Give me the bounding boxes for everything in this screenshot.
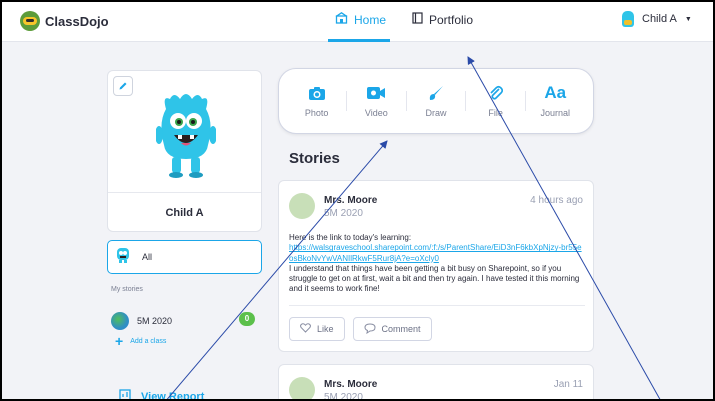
- globe-icon: [111, 312, 129, 330]
- monster-small-icon: [116, 247, 130, 268]
- nav-home-tab[interactable]: Home: [335, 12, 386, 27]
- profile-divider: [108, 192, 261, 193]
- composer-divider: [524, 91, 526, 111]
- active-tab-indicator: [328, 39, 390, 42]
- compose-photo-label: Photo: [304, 108, 329, 118]
- post-body: Here is the link to today's learning: ht…: [289, 233, 585, 295]
- teacher-avatar[interactable]: [289, 377, 315, 399]
- post-timestamp: Jan 11: [553, 379, 583, 390]
- filter-all-item[interactable]: All: [107, 240, 262, 274]
- child-switcher-label: Child A: [642, 13, 677, 25]
- pencil-icon: [119, 82, 127, 90]
- screenshot-frame: ClassDojo Home Portfolio Child A ▼ Child…: [0, 0, 715, 401]
- my-stories-heading: My stories: [111, 286, 143, 293]
- add-class-label: Add a class: [130, 337, 167, 345]
- composer-divider: [465, 91, 467, 111]
- post-timestamp: 4 hours ago: [530, 195, 583, 206]
- stories-heading: Stories: [289, 150, 340, 167]
- class-name: 5M 2020: [137, 316, 173, 326]
- like-button[interactable]: Like: [289, 317, 345, 341]
- compose-journal-label: Journal: [540, 108, 571, 118]
- text-aa-icon: Aa: [544, 83, 567, 102]
- post-intro: Here is the link to today's learning:: [289, 233, 412, 242]
- video-camera-icon: [366, 84, 386, 102]
- brand-name: ClassDojo: [45, 14, 109, 29]
- teacher-avatar[interactable]: [289, 193, 315, 219]
- class-count-badge: 0: [239, 312, 255, 326]
- heart-icon: [300, 323, 311, 335]
- nav-home-label: Home: [354, 12, 387, 27]
- child-switcher[interactable]: Child A ▼: [622, 11, 692, 27]
- compose-file-label: File: [488, 108, 503, 118]
- story-post: Mrs. Moore 5M 2020 4 hours ago Here is t…: [278, 180, 594, 352]
- nav-portfolio-label: Portfolio: [429, 12, 474, 27]
- compose-video-button[interactable]: Video: [350, 84, 402, 118]
- composer-divider: [345, 91, 347, 111]
- compose-file-button[interactable]: File: [470, 84, 522, 118]
- plus-icon: +: [115, 333, 124, 349]
- like-label: Like: [317, 324, 334, 334]
- add-class-button[interactable]: + Add a class: [115, 333, 167, 349]
- child-avatar-icon: [622, 11, 634, 27]
- paperclip-icon: [489, 84, 503, 102]
- post-author: Mrs. Moore: [324, 195, 378, 206]
- compose-draw-button[interactable]: Draw: [410, 84, 462, 118]
- class-list: All My stories 5M 2020 0 + Add a class: [107, 240, 262, 350]
- home-icon: [335, 12, 348, 27]
- classdojo-logo-icon[interactable]: [20, 11, 40, 31]
- story-composer: Photo Video Draw File Aa Journal: [278, 68, 594, 134]
- compose-photo-button[interactable]: Photo: [291, 84, 343, 118]
- caret-down-icon: ▼: [684, 15, 692, 23]
- comment-label: Comment: [381, 324, 421, 334]
- story-post: Mrs. Moore 5M 2020 Jan 11: [278, 364, 594, 401]
- post-link[interactable]: https://walsgraveschool.sharepoint.com/:…: [289, 243, 582, 262]
- compose-draw-label: Draw: [425, 108, 447, 118]
- brush-icon: [428, 84, 444, 102]
- top-bar: ClassDojo Home Portfolio Child A ▼: [2, 2, 713, 42]
- view-report-button[interactable]: View Report: [119, 388, 205, 401]
- portfolio-icon: [412, 12, 423, 27]
- nav-portfolio-tab[interactable]: Portfolio: [412, 12, 473, 27]
- monster-avatar: [156, 94, 216, 178]
- edit-avatar-button[interactable]: [113, 76, 133, 96]
- post-class: 5M 2020: [324, 208, 363, 219]
- composer-divider: [405, 91, 407, 111]
- post-text: I understand that things have been getti…: [289, 263, 580, 294]
- view-report-label: View Report: [141, 391, 205, 401]
- profile-name: Child A: [165, 207, 204, 219]
- filter-all-label: All: [142, 252, 153, 262]
- report-icon: [119, 388, 131, 399]
- camera-icon: [308, 84, 326, 102]
- compose-video-label: Video: [364, 108, 388, 118]
- post-class: 5M 2020: [324, 392, 363, 401]
- profile-card: Child A: [107, 70, 262, 232]
- compose-journal-button[interactable]: Aa Journal: [529, 83, 581, 118]
- post-author: Mrs. Moore: [324, 379, 378, 390]
- post-divider: [289, 305, 585, 306]
- comment-button[interactable]: Comment: [352, 317, 432, 341]
- class-item-5m-2020[interactable]: 5M 2020 0: [107, 312, 262, 330]
- post-actions: Like Comment: [289, 317, 432, 341]
- speech-bubble-icon: [364, 322, 376, 336]
